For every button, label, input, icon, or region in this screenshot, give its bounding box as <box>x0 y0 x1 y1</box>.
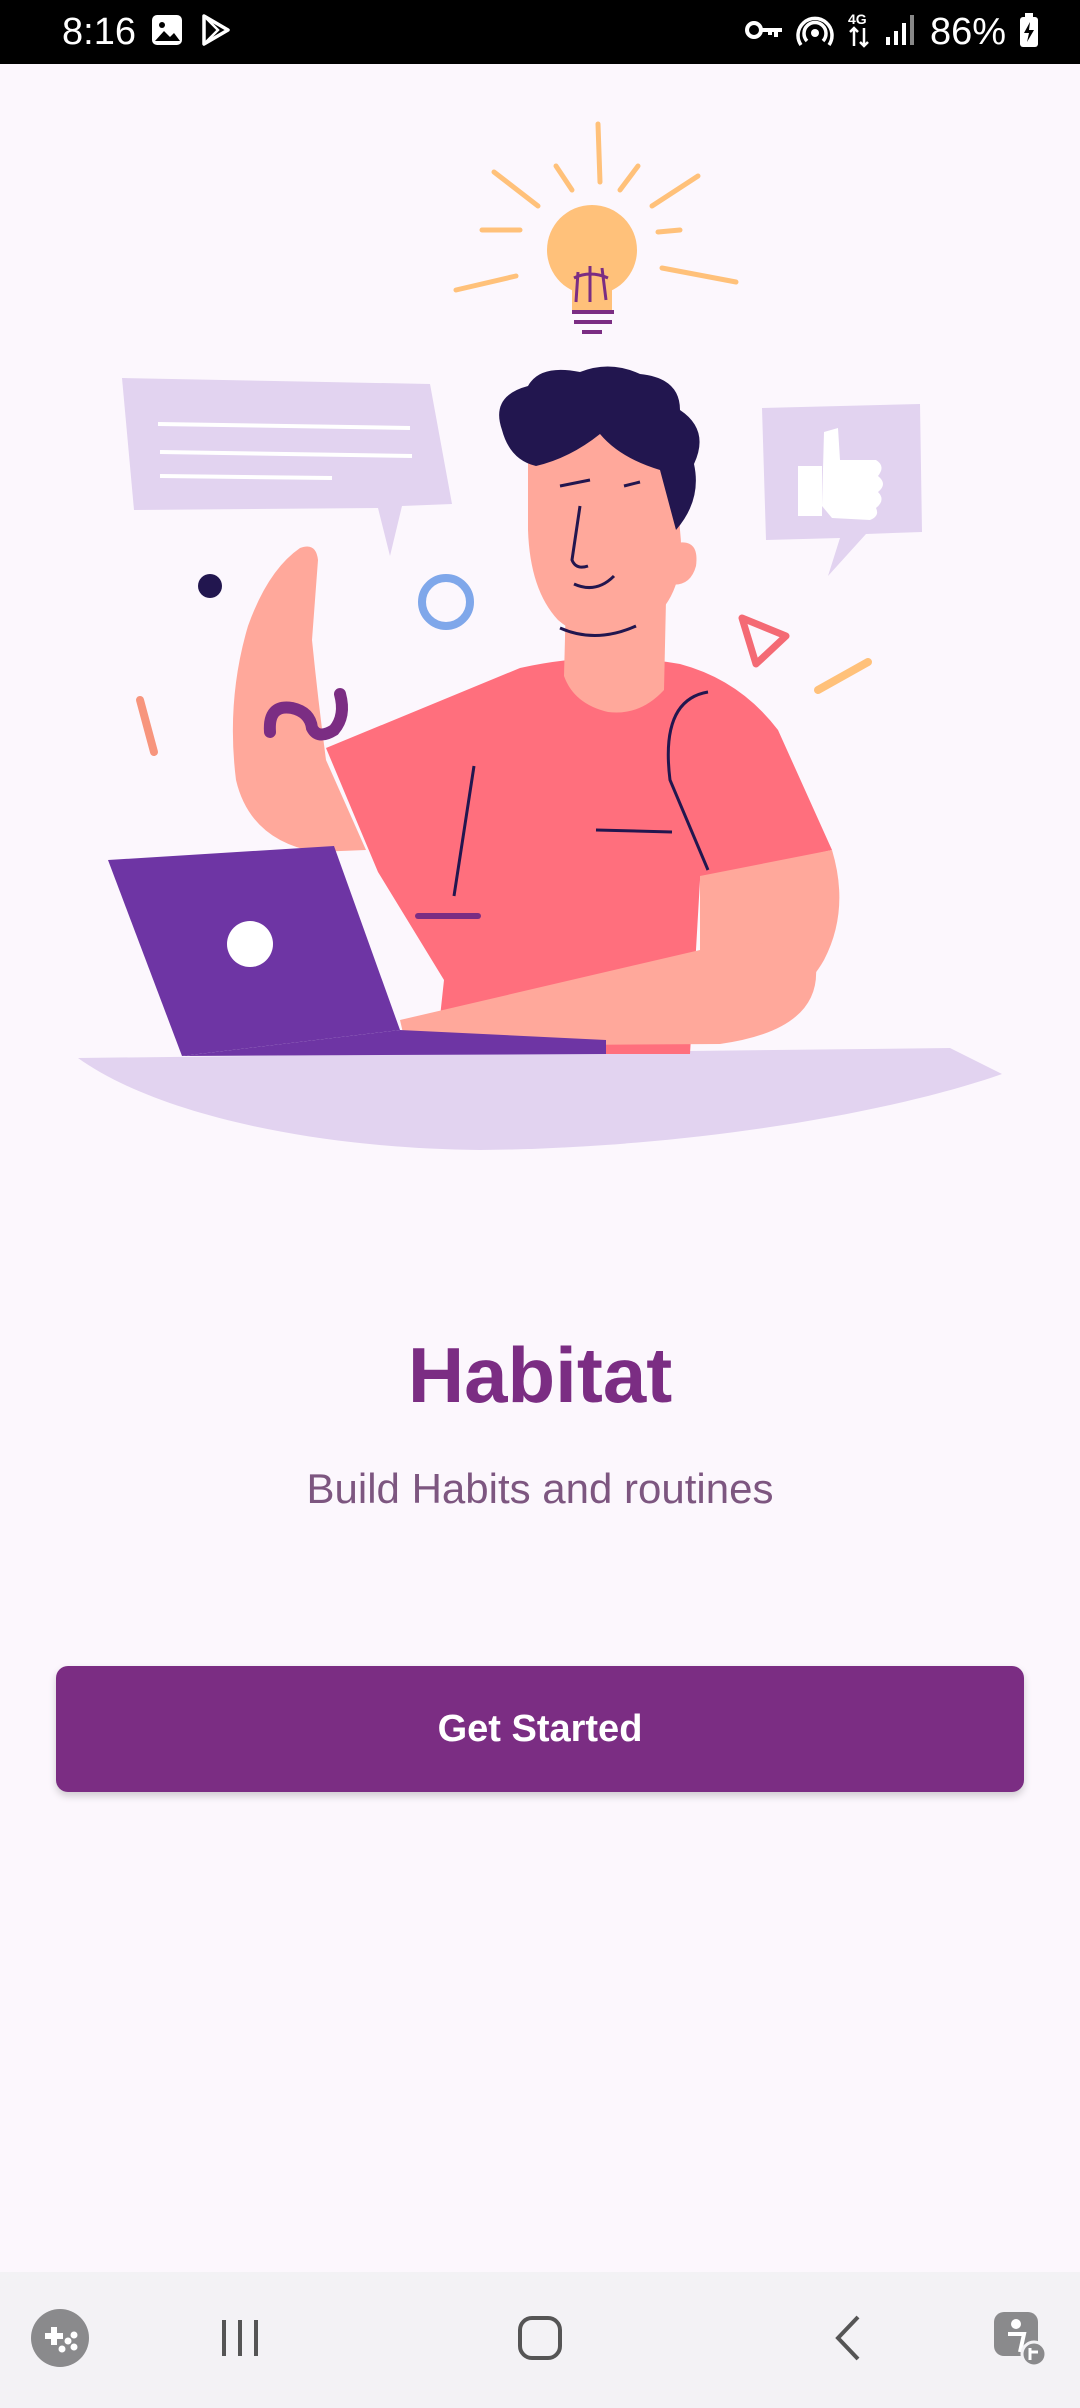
decor-dot <box>198 574 222 598</box>
hero-illustration <box>60 110 1020 1170</box>
speech-bubble-left <box>122 378 452 556</box>
battery-charging-icon <box>1018 12 1040 53</box>
decor-dash-orange <box>136 696 158 756</box>
status-right-icons: 4G 86% <box>744 10 1040 54</box>
battery-percentage: 86% <box>929 11 1006 53</box>
app-subtitle: Build Habits and routines <box>306 1465 774 1512</box>
lightbulb-icon <box>547 205 637 334</box>
accessibility-icon <box>990 2308 1050 2373</box>
home-button[interactable] <box>500 2272 580 2408</box>
decor-ring <box>418 574 474 630</box>
speech-bubble-thumbs-up <box>762 404 922 576</box>
home-icon <box>515 2313 565 2368</box>
app-title: Habitat <box>407 1331 673 1419</box>
get-started-button[interactable]: Get Started <box>56 1666 1024 1792</box>
recent-apps-icon <box>216 2314 264 2367</box>
network-4g-icon: 4G <box>846 10 872 55</box>
play-store-icon <box>198 13 232 52</box>
decor-triangle <box>738 614 790 668</box>
back-button[interactable] <box>808 2272 888 2408</box>
gallery-icon <box>150 13 184 52</box>
game-launcher-icon <box>30 2308 90 2373</box>
status-bar: 8:16 4G 86% <box>0 0 1080 64</box>
desk-surface <box>78 1048 1002 1150</box>
vpn-key-icon <box>744 15 784 50</box>
back-icon <box>828 2313 868 2368</box>
game-launcher-button[interactable] <box>20 2272 100 2408</box>
signal-icon <box>884 13 918 52</box>
status-left-icons <box>150 13 232 52</box>
svg-text:4G: 4G <box>848 11 867 27</box>
system-navigation-bar <box>0 2272 1080 2408</box>
decor-dash-yellow <box>814 658 872 694</box>
recent-apps-button[interactable] <box>200 2272 280 2408</box>
accessibility-button[interactable] <box>980 2272 1060 2408</box>
hotspot-icon <box>796 11 834 54</box>
status-time: 8:16 <box>62 11 136 53</box>
